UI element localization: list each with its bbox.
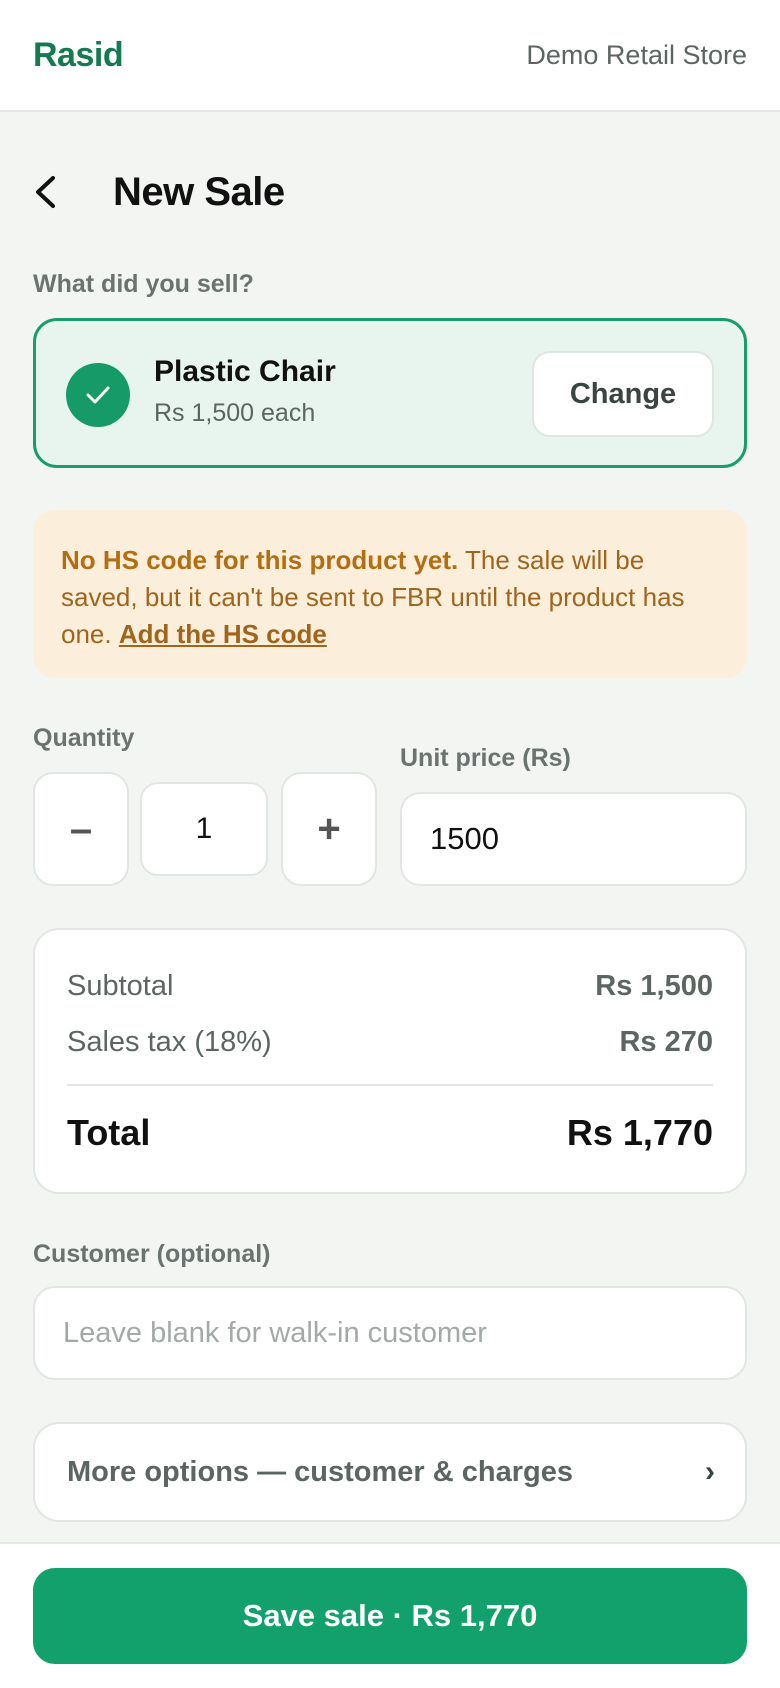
product-name: Plastic Chair — [154, 355, 336, 388]
unit-price-input[interactable] — [400, 792, 747, 886]
total-row: Total Rs 1,770 — [67, 1112, 713, 1154]
decrement-quantity-button[interactable]: – — [33, 772, 129, 886]
customer-label: Customer (optional) — [33, 1240, 271, 1268]
subtotal-label: Subtotal — [67, 970, 174, 1002]
check-icon — [66, 363, 130, 427]
more-options-label: More options — customer & charges — [67, 1455, 573, 1488]
sale-summary: Subtotal Rs 1,500 Sales tax (18%) Rs 270… — [33, 928, 747, 1194]
summary-divider — [67, 1084, 713, 1086]
chevron-right-icon: › — [705, 1455, 715, 1488]
more-options-button[interactable]: More options — customer & charges › — [33, 1422, 747, 1522]
subtotal-row: Subtotal Rs 1,500 — [67, 970, 713, 1003]
back-button[interactable] — [33, 160, 89, 224]
product-section-label: What did you sell? — [33, 270, 254, 298]
tax-label: Sales tax (18%) — [67, 1026, 272, 1058]
quantity-input[interactable] — [140, 782, 268, 876]
customer-input[interactable] — [33, 1286, 747, 1380]
footer-bar: Save sale · Rs 1,770 — [0, 1542, 780, 1688]
minus-icon: – — [69, 806, 93, 851]
unit-price-label: Unit price (Rs) — [400, 744, 571, 772]
tax-value: Rs 270 — [619, 1026, 713, 1058]
total-label: Total — [67, 1112, 151, 1153]
increment-quantity-button[interactable]: + — [281, 772, 377, 886]
page-header: New Sale — [33, 160, 285, 224]
quantity-label: Quantity — [33, 724, 135, 752]
brand-logo[interactable]: Rasid — [33, 36, 124, 75]
plus-icon: + — [317, 806, 341, 851]
subtotal-value: Rs 1,500 — [595, 970, 713, 1002]
product-price: Rs 1,500 each — [154, 399, 316, 427]
save-sale-button[interactable]: Save sale · Rs 1,770 — [33, 1568, 747, 1664]
selected-product-card: Plastic Chair Rs 1,500 each Change — [33, 318, 747, 468]
hs-code-warning: No HS code for this product yet. The sal… — [33, 510, 747, 678]
tax-row: Sales tax (18%) Rs 270 — [67, 1026, 713, 1059]
top-bar: Rasid Demo Retail Store — [0, 0, 780, 112]
total-value: Rs 1,770 — [566, 1112, 713, 1153]
add-hs-code-link[interactable]: Add the HS code — [119, 619, 327, 649]
chevron-left-icon — [36, 176, 55, 208]
warning-title: No HS code for this product yet. — [61, 545, 459, 575]
store-name: Demo Retail Store — [526, 39, 747, 70]
page-title: New Sale — [113, 169, 285, 214]
change-product-button[interactable]: Change — [532, 351, 714, 437]
